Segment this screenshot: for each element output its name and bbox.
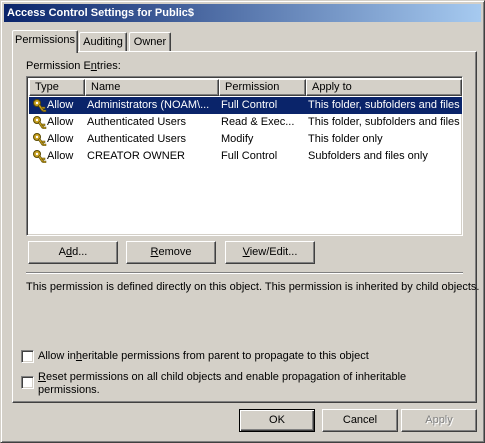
reset-permissions-checkbox[interactable] [21, 376, 34, 389]
cell-permission: Modify [221, 133, 254, 145]
column-header-permission[interactable]: Permission [219, 79, 306, 96]
cell-permission: Full Control [221, 150, 278, 162]
cell-permission: Read & Exec... [221, 116, 295, 128]
cell-name: CREATOR OWNER [87, 150, 185, 162]
table-row[interactable]: Allow Authenticated Users Read & Exec... Th… [29, 114, 462, 131]
cell-type-text: Allow [47, 133, 74, 145]
tab-permissions-label: Permissions [15, 34, 75, 46]
cell-name: Authenticated Users [87, 116, 187, 128]
permission-entries-label: Permission Entries: [26, 60, 121, 72]
permission-description: This permission is defined directly on t… [26, 281, 480, 293]
tab-auditing-label: Auditing [83, 36, 123, 48]
dialog-window: Access Control Settings for Public$ Perm… [0, 0, 485, 443]
key-icon [33, 150, 47, 163]
cell-type-text: Allow [47, 116, 74, 128]
cell-apply-to: Subfolders and files only [308, 150, 428, 162]
inherit-permissions-label[interactable]: Allow inheritable permissions from paren… [38, 350, 369, 362]
key-icon [33, 133, 47, 146]
title-bar[interactable]: Access Control Settings for Public$ [4, 4, 481, 22]
table-row[interactable]: Allow Administrators (NOAM\... Full Contro… [29, 97, 462, 114]
list-header: Type Name Permission Apply to [29, 79, 462, 96]
key-icon [33, 116, 47, 129]
cell-type-text: Allow [47, 99, 74, 111]
permission-entries-list[interactable]: Type Name Permission Apply to Allow Admin… [26, 76, 463, 236]
cancel-button[interactable]: Cancel [322, 409, 398, 432]
tab-auditing[interactable]: Auditing [79, 32, 127, 52]
reset-permissions-label[interactable]: Reset permissions on all child objects a… [38, 371, 406, 383]
column-header-apply-to[interactable]: Apply to [306, 79, 462, 96]
window-title: Access Control Settings for Public$ [7, 7, 195, 19]
tab-owner[interactable]: Owner [129, 32, 171, 52]
cell-apply-to: This folder, subfolders and files [308, 99, 460, 111]
cell-type: Allow [29, 148, 85, 165]
column-header-type[interactable]: Type [29, 79, 85, 96]
cell-apply-to: This folder, subfolders and files [308, 116, 460, 128]
apply-button[interactable]: Apply [401, 409, 477, 432]
cell-type: Allow [29, 131, 85, 148]
separator-highlight [26, 273, 463, 274]
cell-type: Allow [29, 97, 85, 114]
cell-apply-to: This folder only [308, 133, 383, 145]
table-row[interactable]: Allow Authenticated Users Modify This folde… [29, 131, 462, 148]
view-edit-button[interactable]: View/Edit... [225, 241, 315, 264]
reset-permissions-label-line2[interactable]: permissions. [38, 384, 100, 396]
ok-button[interactable]: OK [239, 409, 315, 432]
cell-type-text: Allow [47, 150, 74, 162]
add-button[interactable]: Add... [28, 241, 118, 264]
remove-button[interactable]: Remove [126, 241, 216, 264]
table-row[interactable]: Allow CREATOR OWNER Full Control Subfolders… [29, 148, 462, 165]
cell-type: Allow [29, 114, 85, 131]
cell-name: Administrators (NOAM\... [87, 99, 210, 111]
tab-owner-label: Owner [133, 36, 167, 48]
inherit-permissions-checkbox[interactable] [21, 350, 34, 363]
key-icon [33, 99, 47, 112]
tab-permissions[interactable]: Permissions [12, 30, 78, 53]
column-header-name[interactable]: Name [85, 79, 219, 96]
cell-name: Authenticated Users [87, 133, 187, 145]
cell-permission: Full Control [221, 99, 278, 111]
